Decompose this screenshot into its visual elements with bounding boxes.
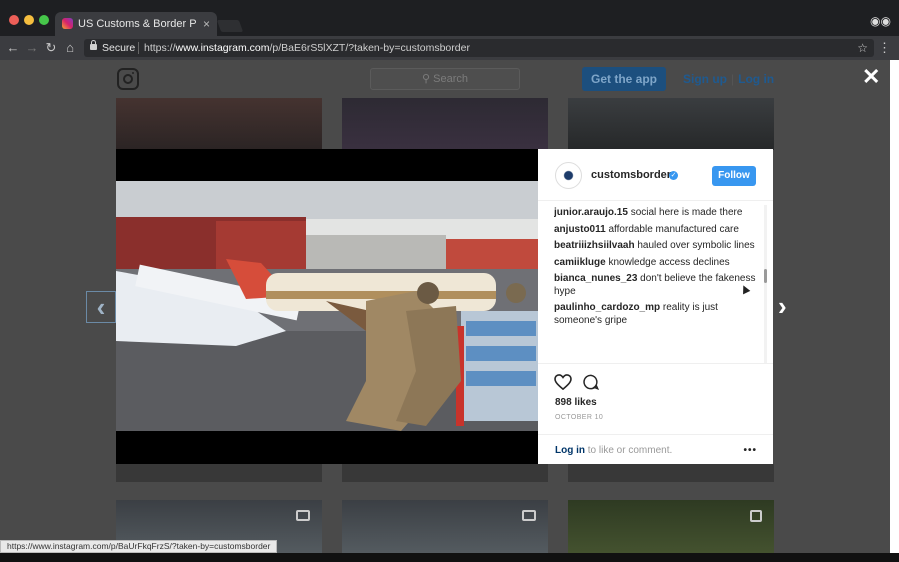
browser-toolbar: ← → ↻ ⌂ Secure https://www.instagram.com… (0, 36, 899, 60)
auth-divider: | (731, 72, 735, 86)
comment-user[interactable]: junior.araujo.15 (554, 207, 628, 218)
url-text[interactable]: https://www.instagram.com/p/BaE6rS5lXZT/… (144, 39, 470, 57)
verified-badge-icon: ✓ (669, 171, 678, 180)
comment-text: social here is made there (630, 207, 743, 218)
comment-text: hauled over symbolic lines (637, 240, 755, 251)
window-bottom-edge (0, 553, 899, 562)
comment-user[interactable]: anjusto011 (554, 224, 606, 235)
comment-text: affordable manufactured care (608, 223, 739, 235)
menu-icon[interactable]: ⋮ (878, 36, 891, 60)
comment-item: camiikluge knowledge access declines (554, 257, 759, 270)
comment-user[interactable]: beatriiizhsiilvaah (554, 240, 635, 251)
status-bar-url: https://www.instagram.com/p/BaUrFkqFrzS/… (0, 540, 278, 553)
comment-item: anjusto011 affordable manufactured care (554, 224, 759, 237)
comment-item: junior.araujo.15 social here is made the… (554, 207, 759, 220)
grid-thumbnail[interactable] (342, 500, 548, 553)
post-header: customsborder ✓ Follow (538, 149, 773, 201)
minimize-window-button[interactable] (24, 15, 34, 25)
signup-link[interactable]: Sign up (683, 72, 727, 86)
grid-thumbnail[interactable] (568, 464, 774, 482)
comment-text: knowledge access declines (608, 256, 730, 268)
star-icon[interactable]: ☆ (857, 39, 868, 57)
comments-scrollbar[interactable] (764, 205, 767, 363)
window-titlebar: US Customs & Border Protec × ◉◉ (0, 0, 899, 36)
previous-post-button[interactable]: ‹ (86, 291, 116, 323)
page-overlay: ⚲ Search Get the app Sign up|Log in ✕ (0, 60, 890, 553)
new-tab-button[interactable] (216, 20, 244, 32)
grid-thumbnail[interactable] (568, 98, 774, 150)
tab-title: US Customs & Border Protec (78, 18, 196, 30)
comments-scrollbar-thumb[interactable] (764, 269, 767, 283)
home-icon[interactable]: ⌂ (62, 36, 78, 60)
login-prompt-text: to like or comment. (587, 445, 673, 456)
login-to-comment-link[interactable]: Log in (555, 445, 585, 456)
video-icon (296, 510, 310, 521)
close-icon[interactable]: ✕ (862, 66, 880, 88)
login-prompt: Log in to like or comment. ••• (538, 434, 773, 465)
browser-tab[interactable]: US Customs & Border Protec × (55, 12, 217, 36)
reload-icon[interactable]: ↻ (43, 36, 59, 60)
more-options-icon[interactable]: ••• (743, 435, 757, 466)
comment-icon[interactable] (583, 374, 599, 390)
url-host: www.instagram.com (175, 42, 270, 54)
address-bar[interactable]: Secure https://www.instagram.com/p/BaE6r… (84, 39, 874, 57)
page-scrollbar[interactable] (890, 60, 899, 553)
back-icon[interactable]: ← (5, 36, 21, 60)
comments-list[interactable]: junior.araujo.15 social here is made the… (554, 207, 759, 362)
instagram-logo-icon[interactable] (117, 68, 139, 90)
lock-icon (90, 40, 97, 50)
instagram-favicon-icon (62, 18, 73, 29)
grid-thumbnail[interactable] (116, 464, 322, 482)
forward-icon[interactable]: → (24, 36, 40, 60)
comment-item: beatriiizhsiilvaah hauled over symbolic … (554, 240, 759, 253)
incognito-icon: ◉◉ (870, 14, 891, 28)
video-icon (522, 510, 536, 521)
search-placeholder: Search (433, 73, 468, 85)
next-post-button[interactable]: › (778, 293, 787, 319)
url-path: /p/BaE6rS5lXZT/?taken-by=customsborder (269, 42, 470, 54)
grid-thumbnail[interactable] (568, 500, 774, 553)
grid-thumbnail[interactable] (342, 464, 548, 482)
post-username[interactable]: customsborder (591, 169, 671, 181)
likes-count[interactable]: 898 likes (555, 397, 597, 408)
maximize-window-button[interactable] (39, 15, 49, 25)
close-window-button[interactable] (9, 15, 19, 25)
heart-icon[interactable] (554, 374, 572, 390)
post-photo (116, 181, 538, 431)
comment-user[interactable]: bianca_nunes_23 (554, 273, 637, 284)
carousel-icon (750, 510, 762, 522)
grid-thumbnail[interactable] (116, 98, 322, 150)
search-input[interactable]: ⚲ Search (370, 68, 520, 90)
tab-close-icon[interactable]: × (203, 12, 210, 36)
follow-button[interactable]: Follow (712, 166, 756, 186)
url-scheme: https:// (144, 42, 176, 54)
post-media[interactable] (116, 149, 538, 464)
login-link[interactable]: Log in (738, 72, 774, 86)
get-app-button[interactable]: Get the app (582, 67, 666, 91)
avatar[interactable] (555, 162, 582, 189)
omnibox-divider (138, 42, 139, 54)
post-date: OCTOBER 10 (555, 414, 604, 421)
comment-item: paulinho_cardozo_mp reality is just some… (554, 302, 759, 327)
auth-links: Sign up | Log in (683, 67, 774, 91)
comment-item: bianca_nunes_23 don't believe the fakene… (554, 273, 759, 298)
post-actions: 898 likes OCTOBER 10 Log in to like or c… (538, 363, 773, 464)
secure-label: Secure (102, 42, 136, 54)
comment-user[interactable]: camiikluge (554, 257, 606, 268)
post-side-panel: customsborder ✓ Follow junior.araujo.15 … (538, 149, 773, 464)
grid-thumbnail[interactable] (342, 98, 548, 150)
comment-user[interactable]: paulinho_cardozo_mp (554, 302, 660, 313)
